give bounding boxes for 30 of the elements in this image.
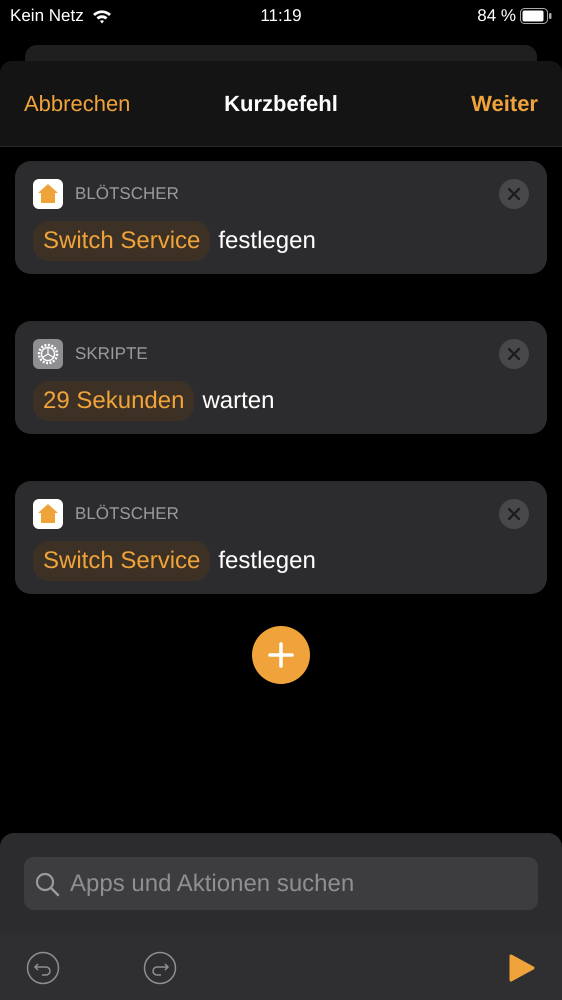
app-name: BLÖTSCHER xyxy=(75,183,179,206)
wifi-icon xyxy=(92,8,112,24)
plus-icon xyxy=(268,642,294,668)
home-app-icon xyxy=(33,179,63,209)
parameter-token[interactable]: 29 Sekunden xyxy=(33,381,194,421)
search-icon xyxy=(34,870,60,896)
title: Kurzbefehl xyxy=(224,90,338,118)
search-field[interactable]: Apps und Aktionen suchen xyxy=(24,857,538,910)
app-name: BLÖTSCHER xyxy=(75,503,179,526)
redo-button[interactable] xyxy=(143,950,177,984)
battery-icon xyxy=(520,8,552,24)
action-verb: festlegen xyxy=(218,226,316,256)
search-input[interactable]: Apps und Aktionen suchen xyxy=(68,864,528,902)
close-icon xyxy=(508,348,520,360)
close-icon xyxy=(508,188,520,200)
run-button[interactable] xyxy=(508,952,536,982)
gear-icon xyxy=(33,339,63,369)
next-button[interactable]: Weiter xyxy=(471,87,538,120)
home-app-icon xyxy=(33,499,63,529)
parameter-token[interactable]: Switch Service xyxy=(33,221,210,261)
cancel-button[interactable]: Abbrechen xyxy=(24,87,130,120)
undo-button[interactable] xyxy=(26,950,60,984)
battery-percent: 84 % xyxy=(477,5,516,28)
close-icon xyxy=(508,508,520,520)
action-verb: festlegen xyxy=(218,546,316,576)
app-name: SKRIPTE xyxy=(75,343,148,366)
action-verb: warten xyxy=(202,386,275,416)
clock-text: 11:19 xyxy=(260,5,302,28)
parameter-token[interactable]: Switch Service xyxy=(33,541,210,581)
carrier-text: Kein Netz xyxy=(10,5,84,28)
